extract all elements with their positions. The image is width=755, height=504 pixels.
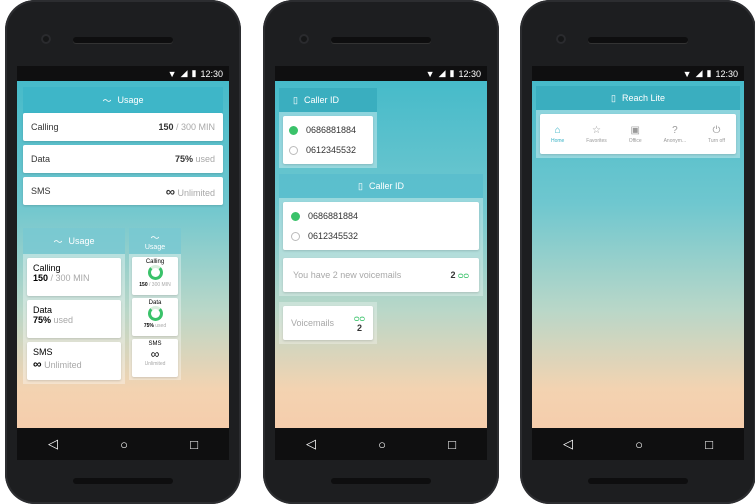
tab-home[interactable]: ⌂ Home <box>551 125 564 144</box>
front-camera <box>41 34 51 44</box>
back-icon[interactable]: ◁ <box>48 436 58 452</box>
radio-selected[interactable] <box>291 211 300 221</box>
calling-card[interactable]: Calling 150 / 300 MIN <box>23 113 223 141</box>
tab-favorites[interactable]: ☆ Favorites <box>586 125 607 144</box>
bottom-speaker <box>73 478 173 484</box>
voicemail-tile[interactable]: Voicemails ᴑᴑ 2 <box>283 306 373 340</box>
wifi-icon: ▼ <box>167 68 177 79</box>
power-icon: ⏻ <box>712 124 721 136</box>
phone-icon: ▯ <box>358 180 363 191</box>
recents-icon[interactable]: □ <box>190 437 198 452</box>
android-nav-bar: ◁ ○ □ <box>275 428 487 460</box>
screen: ▼ ◢ ▮ 12:30 ▯ Caller ID 0686881884 06123… <box>275 66 487 460</box>
tab-bar: ⌂ Home ☆ Favorites ▣ Office ? Anonym... ⏻ Tur… <box>540 114 736 154</box>
data-progress-ring <box>147 306 163 321</box>
infinity-icon: ∞ <box>33 357 42 371</box>
battery-icon: ▮ <box>706 68 712 78</box>
recents-icon[interactable]: □ <box>705 437 713 452</box>
battery-icon: ▮ <box>449 68 455 78</box>
radio-selected[interactable] <box>289 125 298 135</box>
clock: 12:30 <box>200 68 223 79</box>
trend-icon: 〜 <box>102 95 112 106</box>
screen: ▼ ◢ ▮ 12:30 〜 Usage Calling 150 / 300 MI… <box>17 66 229 460</box>
data-tile[interactable]: Data 75% used <box>27 300 121 338</box>
bottom-speaker <box>331 478 431 484</box>
bottom-speaker <box>588 478 688 484</box>
voicemail-banner[interactable]: You have 2 new voicemails 2 ᴑᴑ <box>283 258 479 292</box>
calling-mini-tile[interactable]: Calling 150 / 300 MIN <box>132 257 178 295</box>
battery-icon: ▮ <box>191 68 197 78</box>
calling-progress-ring <box>147 265 163 280</box>
callerid-header-wide: ▯ Caller ID <box>279 174 483 198</box>
usage-header: 〜 Usage <box>23 87 223 113</box>
phone-callerid: ▼ ◢ ▮ 12:30 ▯ Caller ID 0686881884 06123… <box>263 0 499 504</box>
sms-card[interactable]: SMS ∞ Unlimited <box>23 177 223 205</box>
earpiece <box>331 37 431 43</box>
sms-tile[interactable]: SMS ∞ Unlimited <box>27 342 121 380</box>
front-camera <box>556 34 566 44</box>
radio-unselected[interactable] <box>291 231 300 241</box>
callerid-option[interactable]: 0686881884 <box>291 206 471 226</box>
usage-header-2: 〜 Usage <box>23 228 125 254</box>
home-icon: ⌂ <box>554 124 561 136</box>
earpiece <box>73 37 173 43</box>
callerid-option[interactable]: 0612345532 <box>291 226 471 246</box>
android-nav-bar: ◁ ○ □ <box>532 428 744 460</box>
office-icon: ▣ <box>630 124 640 136</box>
recents-icon[interactable]: □ <box>448 437 456 452</box>
status-bar: ▼ ◢ ▮ 12:30 <box>275 66 487 81</box>
front-camera <box>299 34 309 44</box>
signal-icon: ◢ <box>438 68 446 78</box>
clock: 12:30 <box>715 68 738 79</box>
voicemail-icon: ᴑᴑ <box>354 313 365 323</box>
phone-reach-lite: ▼ ◢ ▮ 12:30 ▯ Reach Lite ⌂ Home ☆ Favorite… <box>520 0 755 504</box>
home-button-icon[interactable]: ○ <box>120 437 128 452</box>
wifi-icon: ▼ <box>425 68 435 79</box>
status-bar: ▼ ◢ ▮ 12:30 <box>17 66 229 81</box>
screen: ▼ ◢ ▮ 12:30 ▯ Reach Lite ⌂ Home ☆ Favorite… <box>532 66 744 460</box>
phone-usage: ▼ ◢ ▮ 12:30 〜 Usage Calling 150 / 300 MI… <box>5 0 241 504</box>
signal-icon: ◢ <box>180 68 188 78</box>
status-bar: ▼ ◢ ▮ 12:30 <box>532 66 744 81</box>
home-button-icon[interactable]: ○ <box>378 437 386 452</box>
question-icon: ? <box>672 124 678 136</box>
callerid-option[interactable]: 0612345532 <box>289 140 367 160</box>
voicemail-icon: ᴑᴑ <box>458 270 469 280</box>
clock: 12:30 <box>458 68 481 79</box>
signal-icon: ◢ <box>695 68 703 78</box>
infinity-icon: ∞ <box>150 347 160 361</box>
android-nav-bar: ◁ ○ □ <box>17 428 229 460</box>
infinity-icon: ∞ <box>165 183 175 199</box>
app-header: ▯ Reach Lite <box>536 86 740 110</box>
radio-unselected[interactable] <box>289 145 298 155</box>
wifi-icon: ▼ <box>682 68 692 79</box>
trend-icon: 〜 <box>150 233 160 243</box>
phone-icon: ▯ <box>611 92 616 103</box>
back-icon[interactable]: ◁ <box>563 436 573 452</box>
tab-turn-off[interactable]: ⏻ Turn off <box>708 125 725 144</box>
phone-icon: ▯ <box>293 94 298 105</box>
home-button-icon[interactable]: ○ <box>635 437 643 452</box>
callerid-option[interactable]: 0686881884 <box>289 120 367 140</box>
earpiece <box>588 37 688 43</box>
sms-mini-tile[interactable]: SMS ∞ Unlimited <box>132 339 178 377</box>
callerid-header-small: ▯ Caller ID <box>279 88 377 112</box>
usage-header-narrow: 〜 Usage <box>129 228 181 254</box>
data-card[interactable]: Data 75% used <box>23 145 223 173</box>
calling-tile[interactable]: Calling 150 / 300 MIN <box>27 258 121 296</box>
back-icon[interactable]: ◁ <box>306 436 316 452</box>
star-icon: ☆ <box>592 124 601 136</box>
trend-icon: 〜 <box>53 236 63 247</box>
tab-anonymous[interactable]: ? Anonym... <box>664 125 687 144</box>
data-mini-tile[interactable]: Data 75% used <box>132 298 178 336</box>
tab-office[interactable]: ▣ Office <box>629 125 642 144</box>
